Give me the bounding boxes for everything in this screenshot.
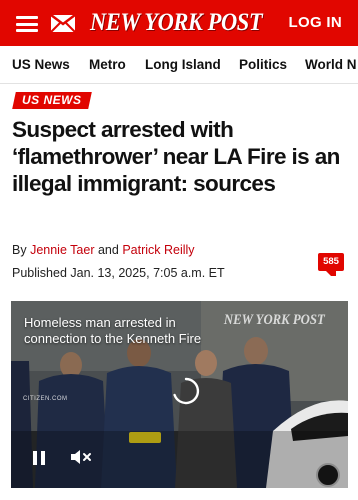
site-header: NEW YORK POST LOG IN xyxy=(0,0,358,46)
section-tag-label: US NEWS xyxy=(22,93,82,107)
nav-item-world-news[interactable]: World N xyxy=(305,57,357,72)
author-link-2[interactable]: Patrick Reilly xyxy=(122,243,194,257)
site-logo[interactable]: NEW YORK POST xyxy=(90,8,263,38)
video-watermark-logo: NEW YORK POST xyxy=(224,312,326,328)
publish-date: Published Jan. 13, 2025, 7:05 a.m. ET xyxy=(12,266,225,280)
hamburger-menu-icon[interactable] xyxy=(16,16,38,32)
byline-prefix: By xyxy=(12,243,27,257)
article-headline: Suspect arrested with ‘flamethrower’ nea… xyxy=(12,117,340,196)
section-nav: US News Metro Long Island Politics World… xyxy=(0,46,358,84)
loading-spinner-icon xyxy=(173,377,200,405)
video-player[interactable]: Homeless man arrested in connection to t… xyxy=(11,301,348,488)
comment-count-badge[interactable]: 585 xyxy=(318,253,344,276)
video-caption: Homeless man arrested in connection to t… xyxy=(24,315,202,346)
nav-item-politics[interactable]: Politics xyxy=(239,57,287,72)
nav-item-long-island[interactable]: Long Island xyxy=(145,57,221,72)
mail-icon[interactable] xyxy=(50,14,76,33)
section-tag[interactable]: US NEWS xyxy=(12,92,92,109)
login-button[interactable]: LOG IN xyxy=(289,14,342,31)
byline: By Jennie Taer and Patrick Reilly xyxy=(12,243,195,257)
pause-icon[interactable] xyxy=(29,448,49,468)
nav-item-us-news[interactable]: US News xyxy=(12,57,70,72)
nav-item-metro[interactable]: Metro xyxy=(89,57,126,72)
author-link-1[interactable]: Jennie Taer xyxy=(30,243,94,257)
source-watermark: CITIZEN.COM xyxy=(23,396,68,402)
muted-speaker-icon[interactable] xyxy=(69,447,93,467)
byline-joiner: and xyxy=(97,243,119,257)
